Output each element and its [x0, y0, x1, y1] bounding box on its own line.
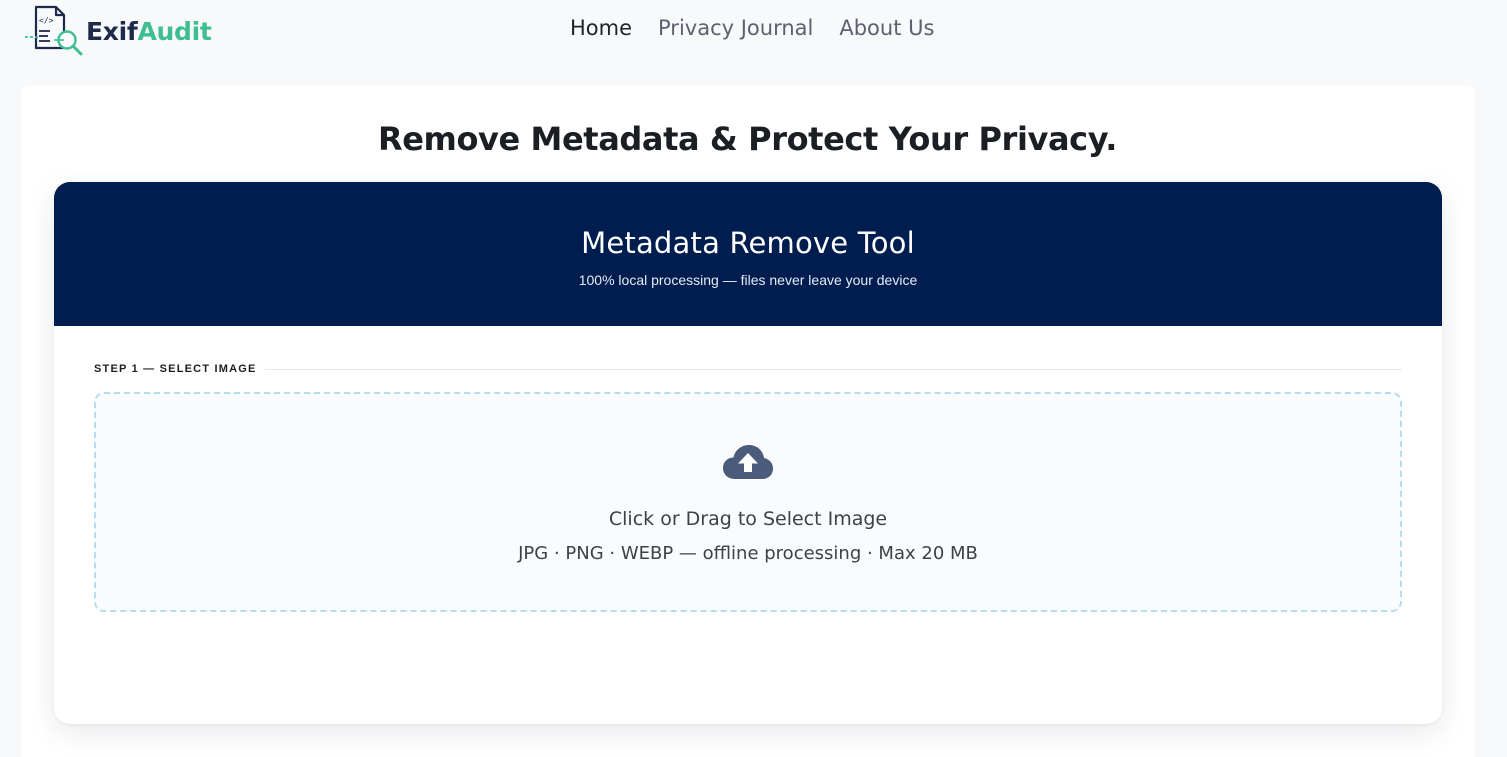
dropzone-secondary-text: JPG · PNG · WEBP — offline processing · … — [518, 543, 978, 564]
dropzone-primary-text: Click or Drag to Select Image — [608, 508, 888, 530]
document-search-logo-icon: </> — [25, 5, 83, 56]
site-logo[interactable]: </> ExifAudit — [24, 4, 212, 58]
svg-text:</>: </> — [39, 16, 54, 25]
metadata-tool-card: Metadata Remove Tool 100% local processi… — [54, 182, 1442, 724]
nav-link-about-us[interactable]: About Us — [839, 16, 934, 40]
image-dropzone[interactable]: Click or Drag to Select Image JPG · PNG … — [94, 392, 1402, 612]
tool-title: Metadata Remove Tool — [581, 226, 915, 260]
nav-link-privacy-journal[interactable]: Privacy Journal — [658, 16, 813, 40]
step-label: STEP 1 — SELECT IMAGE — [94, 363, 257, 375]
logo-text-exif: Exif — [86, 16, 138, 46]
page-title: Remove Metadata & Protect Your Privacy. — [377, 120, 1118, 158]
tool-subtitle: 100% local processing — files never leav… — [578, 272, 918, 288]
site-header: </> ExifAudit Home Privacy Journal About… — [0, 0, 1507, 62]
logo-wordmark: ExifAudit — [86, 17, 212, 46]
main-nav: Home Privacy Journal About Us — [570, 16, 934, 40]
step-divider — [264, 368, 1402, 370]
cloud-upload-icon — [723, 445, 773, 479]
tool-header: Metadata Remove Tool 100% local processi… — [54, 182, 1442, 326]
step-heading: STEP 1 — SELECT IMAGE — [94, 363, 1402, 375]
nav-link-home[interactable]: Home — [570, 16, 632, 40]
logo-text-audit: Audit — [137, 16, 212, 46]
